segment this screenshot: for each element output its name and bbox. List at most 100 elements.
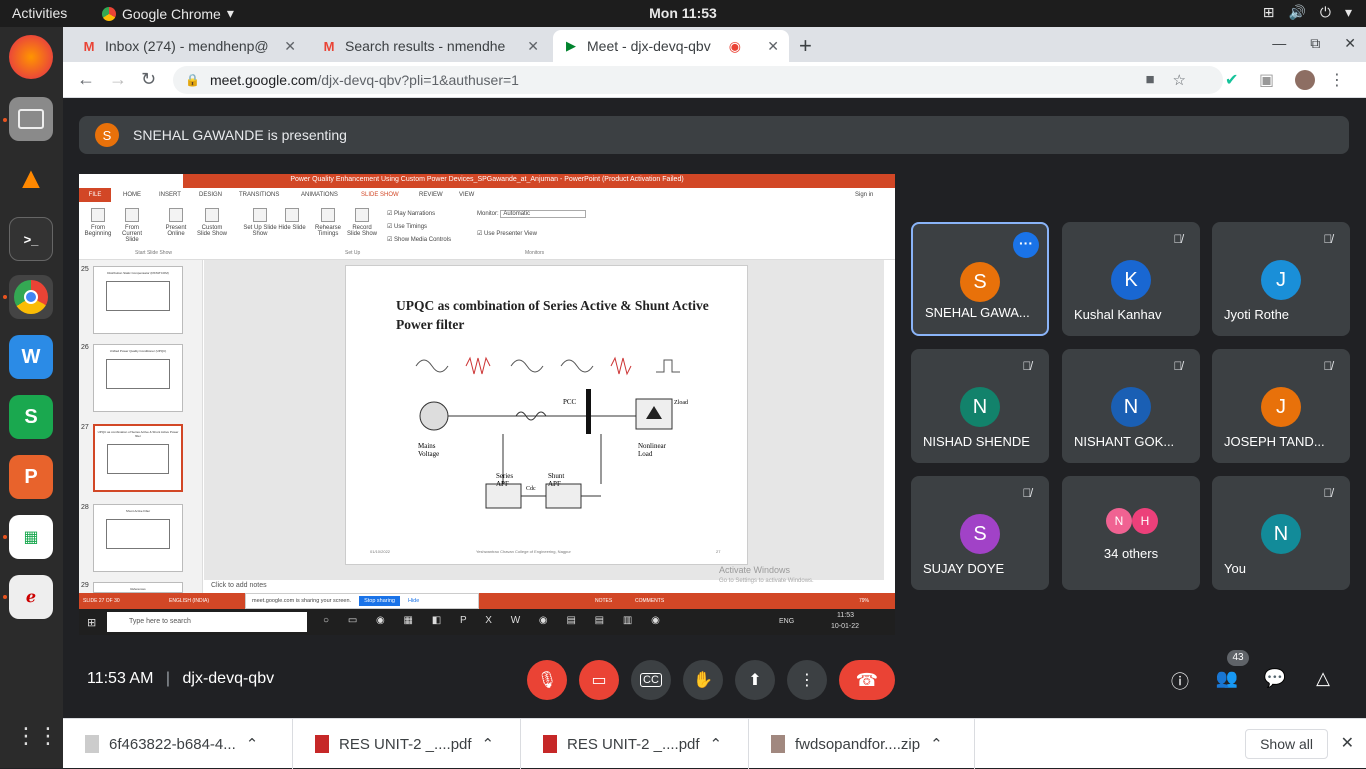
reload-icon[interactable]: ↻ [141, 69, 156, 90]
show-all-button[interactable]: Show all [1245, 729, 1328, 759]
participant-tile[interactable]: 🎙̸ S SUJAY DOYE [911, 476, 1049, 590]
slide-canvas: UPQC as combination of Series Active & S… [204, 260, 884, 580]
download-item[interactable]: RES UNIT-2 _....pdf ⌃ [293, 719, 521, 769]
more-options-icon[interactable]: ··· [1013, 232, 1039, 258]
dock: ▲ >_ W S P ▦ ℯ ⋮⋮⋮ [0, 27, 81, 768]
close-icon[interactable]: ✕ [284, 38, 296, 55]
terminal-icon[interactable]: >_ [9, 217, 53, 261]
info-icon[interactable]: ⓘ [1168, 668, 1192, 694]
self-tile[interactable]: 🎙̸ N You [1212, 476, 1350, 590]
files-icon[interactable] [9, 97, 53, 141]
participant-name: Jyoti Rothe [1224, 307, 1290, 322]
wps-presentation-icon[interactable]: P [9, 455, 53, 499]
slide-thumbnail-selected: UPQC as combination of Series Active & S… [93, 424, 183, 492]
hang-up-icon: ☎ [855, 669, 879, 690]
participant-name: NISHAD SHENDE [923, 434, 1030, 449]
document-viewer-icon[interactable]: ℯ [9, 575, 53, 619]
app-name: Google Chrome [122, 5, 221, 22]
activation-watermark-sub: Go to Settings to activate Windows. [719, 578, 814, 584]
tab-search-results[interactable]: M Search results - nmendhe ✕ [311, 30, 549, 62]
activities-button[interactable]: Activities [12, 5, 67, 21]
close-icon[interactable]: ✕ [767, 38, 779, 55]
diagram-label-series: Series APF [496, 472, 514, 488]
close-icon[interactable]: ✕ [1341, 733, 1354, 753]
chrome-icon [102, 6, 116, 21]
ribbon-tab-slide-show: SLIDE SHOW [361, 192, 399, 198]
ribbon-button: From Beginning [81, 208, 115, 237]
download-item[interactable]: fwdsopandfor....zip ⌃ [749, 719, 975, 769]
ribbon-tab-transitions: TRANSITIONS [239, 192, 280, 198]
thumb-number: 26 [81, 344, 89, 351]
avatar: S [960, 262, 1000, 302]
participant-name: SUJAY DOYE [923, 561, 1005, 576]
profile-avatar[interactable] [1295, 70, 1315, 90]
others-tile[interactable]: N H 34 others [1062, 476, 1200, 590]
slide-thumbnail: References [93, 582, 183, 593]
present-icon: ⬆ [748, 672, 762, 689]
people-count-badge: 43 [1227, 650, 1249, 666]
raise-hand-button[interactable]: ✋ [683, 660, 723, 700]
hand-icon: ✋ [693, 672, 713, 689]
participant-tile[interactable]: 🎙̸ J JOSEPH TAND... [1212, 349, 1350, 463]
recording-icon: ◉ [728, 37, 741, 54]
participant-name: SNEHAL GAWA... [925, 305, 1030, 320]
firefox-icon[interactable] [9, 35, 53, 79]
participant-tile[interactable]: 🎙̸ J Jyoti Rothe [1212, 222, 1350, 336]
close-window-icon[interactable]: ✕ [1344, 35, 1356, 52]
libreoffice-calc-icon[interactable]: ▦ [9, 515, 53, 559]
others-count: 34 others [1103, 546, 1159, 561]
wps-spreadsheet-icon[interactable]: S [9, 395, 53, 439]
show-applications-icon[interactable]: ⋮⋮⋮ [15, 723, 81, 755]
wps-writer-icon[interactable]: W [9, 335, 53, 379]
ribbon-button: Record Slide Show [345, 208, 379, 237]
chat-icon[interactable]: 💬 [1263, 668, 1287, 689]
chevron-up-icon[interactable]: ⌃ [930, 735, 943, 753]
participant-tile[interactable]: 🎙̸ N NISHAD SHENDE [911, 349, 1049, 463]
activation-watermark: Activate Windows [719, 565, 791, 575]
avatar: K [1111, 260, 1151, 300]
download-item[interactable]: 6f463822-b684-4... ⌃ [63, 719, 293, 769]
present-button[interactable]: ⬆ [735, 660, 775, 700]
tab-meet[interactable]: ▶ Meet - djx-devq-qbv ◉ ✕ [553, 30, 789, 62]
ribbon-group-label: Start Slide Show [135, 250, 172, 256]
mic-toggle-button[interactable]: 🎙 [527, 660, 567, 700]
extension-icon[interactable]: ▣ [1259, 70, 1274, 90]
address-bar[interactable]: 🔒 meet.google.com/djx-devq-qbv?pli=1&aut… [173, 66, 1223, 94]
people-icon[interactable]: 👥 [1215, 668, 1239, 689]
leave-call-button[interactable]: ☎ [839, 660, 895, 700]
download-item[interactable]: RES UNIT-2 _....pdf ⌃ [521, 719, 749, 769]
forward-icon[interactable]: → [109, 69, 127, 90]
chevron-up-icon[interactable]: ⌃ [246, 735, 259, 753]
maximize-icon[interactable]: ⧉ [1310, 35, 1320, 52]
grammarly-check-icon[interactable]: ✔ [1225, 70, 1238, 90]
close-icon[interactable]: ✕ [527, 38, 539, 55]
activities-icon[interactable]: △ [1311, 668, 1335, 689]
minimize-icon[interactable]: — [1272, 35, 1286, 52]
participant-tile[interactable]: 🎙̸ N NISHANT GOK... [1062, 349, 1200, 463]
chrome-menu-icon[interactable]: ⋮ [1329, 70, 1345, 90]
captions-button[interactable]: CC [631, 660, 671, 700]
tab-inbox[interactable]: M Inbox (274) - mendhenp@ ✕ [71, 30, 306, 62]
chrome-dock-icon[interactable] [9, 275, 53, 319]
screen-share-notice: meet.google.com is sharing your screen. … [245, 593, 479, 609]
camera-icon[interactable]: ■ [1145, 71, 1154, 89]
chevron-up-icon[interactable]: ⌃ [482, 735, 495, 753]
system-tray[interactable]: ⊞ 🔊 ⏻ ▾ [1263, 4, 1352, 21]
participant-tile[interactable]: 🎙̸ K Kushal Kanhav [1062, 222, 1200, 336]
back-icon[interactable]: ← [77, 69, 95, 90]
window-title: Power Quality Enhancement Using Custom P… [290, 176, 684, 183]
chevron-up-icon[interactable]: ⌃ [710, 735, 723, 753]
vlc-icon[interactable]: ▲ [9, 157, 53, 201]
camera-toggle-button[interactable]: ▭ [579, 660, 619, 700]
mic-off-icon: 🎙̸ [1323, 232, 1333, 246]
participant-grid: ··· S SNEHAL GAWA... 🎙̸ K Kushal Kanhav … [911, 222, 1357, 592]
participant-tile[interactable]: ··· S SNEHAL GAWA... [911, 222, 1049, 336]
diagram-label-cdc: Cdc [526, 486, 536, 492]
new-tab-button[interactable]: + [799, 33, 812, 59]
bookmark-star-icon[interactable]: ☆ [1173, 71, 1186, 89]
ribbon-button: From Current Slide [115, 208, 149, 243]
more-options-button[interactable]: ⋮ [787, 660, 827, 700]
mic-off-icon: 🎙̸ [1173, 232, 1183, 246]
app-menu[interactable]: Google Chrome ▾ [102, 5, 234, 22]
slide-page-number: 27 [716, 549, 721, 554]
